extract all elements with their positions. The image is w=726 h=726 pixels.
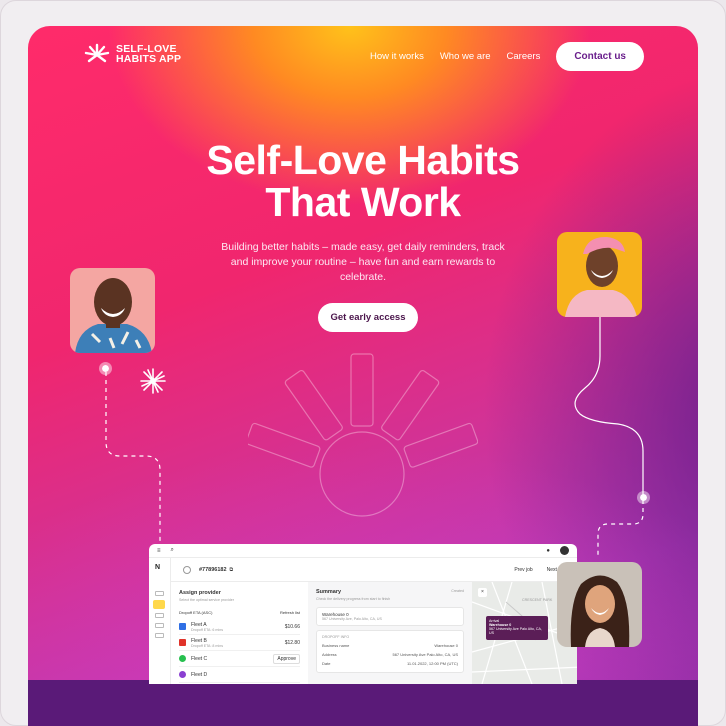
summary-subtitle: Check the delivery progress from start t…	[316, 597, 391, 601]
hero-title-line2: That Work	[265, 179, 461, 225]
fleet-row[interactable]: Fleet A Dropoff ETA: 6 mins $10.66	[179, 619, 300, 635]
sidebar-icon[interactable]	[155, 591, 164, 596]
sort-dropdown[interactable]: Dropoff ETA (ASC)	[179, 610, 212, 615]
search-icon[interactable]: ⌕	[171, 547, 174, 554]
fleet-row[interactable]: Fleet B Dropoff ETA: 8 mins $12.80	[179, 635, 300, 651]
copy-icon[interactable]: ⧉	[230, 567, 234, 573]
map-close-icon[interactable]: ×	[478, 588, 487, 597]
summary-title: Summary	[316, 589, 342, 595]
row-label: Date	[322, 661, 331, 666]
prev-job-button[interactable]: Prev job	[514, 567, 532, 573]
fleet-price: $10.66	[284, 623, 300, 630]
contact-button[interactable]: Contact us	[556, 42, 644, 71]
top-nav: How it works Who we are Careers Contact …	[370, 42, 644, 71]
order-id: #77896182	[199, 566, 227, 573]
man-portrait-photo	[70, 268, 155, 353]
dropoff-info-heading: DROPOFF INFO	[322, 635, 350, 639]
fleet-name: Fleet D	[191, 671, 208, 678]
warehouse-card[interactable]: Warehouse 0 567 University Ave, Palo Alt…	[316, 607, 464, 626]
app-sidebar: N	[149, 558, 171, 684]
order-header: #77896182 ⧉ Prev job Next job	[171, 558, 577, 582]
refresh-list-button[interactable]: Refresh list	[280, 610, 300, 615]
assign-title: Assign provider	[179, 590, 221, 596]
row-value: 11.01.2022, 12:00 PM (UTC)	[406, 661, 458, 666]
summary-status: Created	[451, 589, 464, 593]
dropoff-info-card: DROPOFF INFO Business name Warehouse 0 Ad…	[316, 630, 464, 673]
back-icon[interactable]	[183, 565, 191, 574]
woman-cap-portrait-photo	[557, 232, 642, 317]
menu-icon[interactable]: ≡	[157, 548, 161, 554]
sidebar-icon[interactable]	[155, 623, 164, 628]
fleet-eta: Dropoff ETA: 6 mins	[191, 627, 224, 632]
notification-bell-icon[interactable]: ●	[546, 548, 550, 554]
fleet-price: $12.80	[284, 639, 300, 646]
fleet-a-icon	[179, 623, 186, 630]
sidebar-active-icon[interactable]	[153, 600, 165, 609]
assign-provider-panel: Assign provider Select the optimal servi…	[171, 582, 308, 684]
hero-title-line1: Self-Love Habits	[206, 137, 520, 183]
timeline-dot	[99, 362, 112, 375]
app-preview-window: ≡ ⌕ ● N #77896182 ⧉ Prev job Next job As…	[149, 544, 577, 684]
get-early-access-button[interactable]: Get early access	[318, 303, 418, 332]
popup-address: 567 University Ave Palo Alto, CA, US	[489, 627, 542, 635]
row-value: 567 University Ave Palo Alto, CA, US	[392, 652, 458, 657]
hero-title: Self-Love Habits That Work	[28, 139, 698, 223]
sidebar-icon[interactable]	[155, 633, 164, 638]
timeline-dot	[637, 491, 650, 504]
fleet-row[interactable]: Fleet D	[179, 667, 300, 683]
warehouse-address: 567 University Ave, Palo Alto, CA, US	[322, 617, 382, 621]
fleet-row[interactable]: Fleet C Approve	[179, 651, 300, 667]
brand-name-line2: HABITS APP	[116, 53, 182, 65]
hero-subtitle: Building better habits – made easy, get …	[221, 241, 505, 283]
woman-portrait-photo	[557, 562, 642, 647]
bottom-band	[28, 680, 698, 726]
nav-who-we-are[interactable]: Who we are	[440, 51, 491, 62]
row-label: Business name	[322, 643, 350, 648]
map-area-label: CRESCENT PARK	[522, 598, 553, 602]
summary-panel: Summary Created Check the delivery progr…	[308, 582, 472, 684]
sun-logo-icon	[84, 43, 110, 63]
app-topbar: ≡ ⌕ ●	[149, 544, 577, 558]
fleet-c-icon	[179, 655, 186, 662]
hero-section: SELF-LOVE HABITS APP How it works Who we…	[28, 26, 698, 726]
nav-careers[interactable]: Careers	[507, 51, 541, 62]
user-avatar[interactable]	[560, 546, 569, 555]
nav-how-it-works[interactable]: How it works	[370, 51, 424, 62]
sparkle-icon	[140, 368, 166, 394]
app-logo-icon: N	[155, 564, 161, 571]
brand-logo[interactable]: SELF-LOVE HABITS APP	[84, 43, 181, 65]
fleet-name: Fleet C	[191, 655, 208, 662]
row-label: Address	[322, 652, 337, 657]
fleet-d-icon	[179, 671, 186, 678]
fleet-eta: Dropoff ETA: 8 mins	[191, 643, 224, 648]
map-popup[interactable]: Arrival Warehouse 0 567 University Ave P…	[486, 616, 548, 640]
fleet-b-icon	[179, 639, 186, 646]
row-value: Warehouse 0	[434, 643, 458, 648]
assign-subtitle: Select the optimal service provider	[179, 598, 234, 602]
sidebar-icon[interactable]	[155, 613, 164, 618]
approve-button[interactable]: Approve	[273, 653, 300, 664]
